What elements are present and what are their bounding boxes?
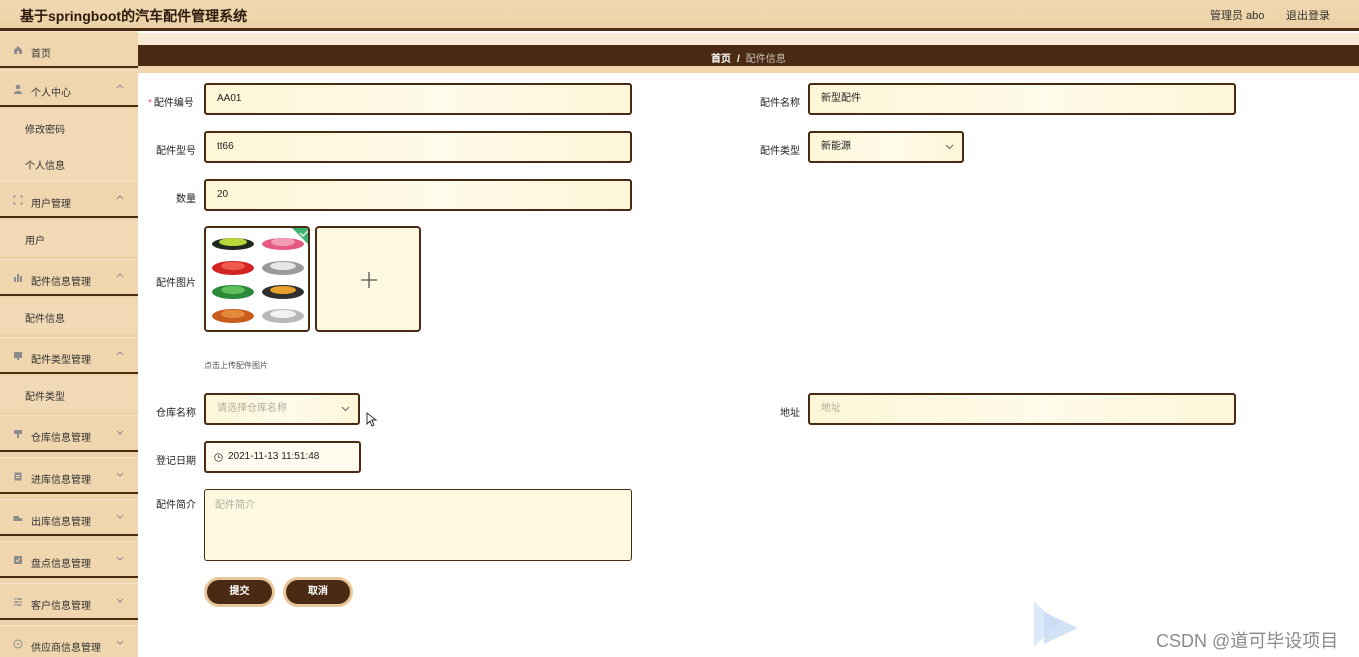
sidebar-group-label: 个人中心 [31, 88, 71, 99]
sidebar-group-suppliers[interactable]: 供应商信息管理 [0, 625, 138, 657]
sidebar-item-part-type[interactable]: 配件类型 [0, 376, 138, 412]
quantity-input[interactable]: 20 [204, 179, 632, 211]
sidebar-group-label: 进库信息管理 [31, 475, 91, 486]
sidebar-item-label: 配件信息 [25, 314, 65, 325]
address-label: 地址 [780, 408, 800, 419]
sidebar-item-label: 配件类型 [25, 392, 65, 403]
part-image-label: 配件图片 [156, 278, 196, 289]
box-icon [14, 556, 22, 564]
part-no-label: * 配件编号 [148, 98, 194, 109]
part-image-thumbnail[interactable] [204, 226, 310, 332]
chevron-up-icon [116, 84, 124, 89]
part-name-input[interactable]: 新型配件 [808, 83, 1236, 115]
intro-label: 配件简介 [156, 500, 196, 511]
frame-icon [13, 195, 23, 205]
sidebar-group-label: 出库信息管理 [31, 517, 91, 528]
part-model-label: 配件型号 [156, 146, 196, 157]
sidebar-item-parts-info[interactable]: 配件信息 [0, 298, 138, 334]
image-upload-button[interactable] [315, 226, 421, 332]
chart-icon [14, 274, 22, 282]
register-date-picker[interactable]: 2021-11-13 11:51:48 [204, 441, 361, 473]
chevron-up-icon [116, 195, 124, 200]
part-model-input[interactable]: tt66 [204, 131, 632, 163]
logout-link[interactable]: 退出登录 [1286, 7, 1330, 23]
breadcrumb-home[interactable]: 首页 [711, 54, 731, 65]
chevron-down-icon [116, 598, 124, 603]
top-bar: 基于springboot的汽车配件管理系统 管理员 abo 退出登录 [0, 0, 1359, 31]
sidebar-group-users[interactable]: 用户管理 [0, 181, 138, 218]
sidebar-item-label: 个人信息 [25, 161, 65, 172]
truck-icon [13, 516, 23, 521]
current-user-label: 管理员 abo [1210, 10, 1265, 22]
clock-icon [214, 453, 223, 462]
sidebar-group-label: 供应商信息管理 [31, 643, 101, 654]
intro-textarea[interactable]: 配件简介 [204, 489, 632, 561]
sidebar-item-label: 首页 [31, 49, 51, 60]
warehouse-label: 仓库名称 [156, 408, 196, 419]
part-type-select[interactable]: 新能源 [808, 131, 964, 163]
sidebar-group-label: 仓库信息管理 [31, 433, 91, 444]
sidebar-group-parts[interactable]: 配件信息管理 [0, 259, 138, 296]
sidebar-group-stock-out[interactable]: 出库信息管理 [0, 499, 138, 536]
sliders-icon [14, 598, 22, 606]
sidebar-group-label: 客户信息管理 [31, 601, 91, 612]
chevron-down-icon [116, 472, 124, 477]
quantity-label: 数量 [176, 194, 196, 205]
watermark-logo [1034, 602, 1078, 646]
sidebar-group-personal[interactable]: 个人中心 [0, 70, 138, 107]
address-input[interactable]: 地址 [808, 393, 1236, 425]
sidebar-item-home[interactable]: 首页 [0, 31, 138, 68]
sidebar: 首页 个人中心 修改密码 个人信息 用户管理 用户 配件信息管理 配件信息 配件… [0, 31, 138, 657]
warehouse-placeholder: 请选择仓库名称 [217, 403, 287, 414]
part-type-label: 配件类型 [760, 146, 800, 157]
clipboard-icon [14, 472, 22, 481]
sidebar-group-inventory[interactable]: 盘点信息管理 [0, 541, 138, 578]
sidebar-group-warehouse[interactable]: 仓库信息管理 [0, 415, 138, 452]
part-no-input[interactable]: AA01 [204, 83, 632, 115]
part-type-value: 新能源 [821, 141, 851, 152]
chevron-up-icon [116, 351, 124, 356]
plus-icon [361, 272, 377, 288]
sidebar-item-user[interactable]: 用户 [0, 220, 138, 256]
home-icon [14, 46, 22, 54]
app-title: 基于springboot的汽车配件管理系统 [20, 8, 248, 24]
mouse-cursor-icon [366, 412, 378, 427]
cup-icon [14, 430, 22, 438]
chevron-down-icon [116, 514, 124, 519]
sidebar-group-customers[interactable]: 客户信息管理 [0, 583, 138, 620]
sidebar-item-profile[interactable]: 个人信息 [0, 145, 138, 181]
sidebar-item-change-password[interactable]: 修改密码 [0, 109, 138, 145]
part-name-label: 配件名称 [760, 98, 800, 109]
register-date-label: 登记日期 [156, 456, 196, 467]
sidebar-group-stock-in[interactable]: 进库信息管理 [0, 457, 138, 494]
breadcrumb-current: 配件信息 [745, 54, 786, 65]
sidebar-group-label: 配件信息管理 [31, 277, 91, 288]
sidebar-group-part-types[interactable]: 配件类型管理 [0, 337, 138, 374]
sidebar-item-label: 用户 [25, 236, 45, 247]
sidebar-item-label: 修改密码 [25, 125, 65, 136]
sidebar-group-label: 用户管理 [31, 199, 71, 210]
chevron-down-icon [116, 430, 124, 435]
chevron-down-icon [945, 144, 954, 150]
image-upload-hint: 点击上传配件图片 [204, 361, 268, 370]
user-icon [13, 84, 23, 94]
chevron-up-icon [116, 273, 124, 278]
warehouse-select[interactable]: 请选择仓库名称 [204, 393, 360, 425]
breadcrumb: 首页 / 配件信息 [138, 45, 1359, 66]
breadcrumb-top-strip [138, 33, 1359, 45]
breadcrumb-bottom-strip [138, 66, 1359, 73]
compass-icon [13, 639, 23, 649]
cancel-button[interactable]: 取消 [283, 577, 353, 607]
submit-button[interactable]: 提交 [204, 577, 275, 607]
sidebar-group-label: 盘点信息管理 [31, 559, 91, 570]
chevron-down-icon [341, 406, 350, 412]
monitor-icon [14, 352, 22, 360]
sidebar-group-label: 配件类型管理 [31, 355, 91, 366]
watermark-text: CSDN @道可毕设项目 [1156, 631, 1339, 651]
chevron-down-icon [116, 556, 124, 561]
breadcrumb-separator: / [737, 54, 740, 65]
register-date-value: 2021-11-13 11:51:48 [228, 451, 320, 462]
chevron-down-icon [116, 640, 124, 645]
toy-cars-image [206, 228, 308, 330]
